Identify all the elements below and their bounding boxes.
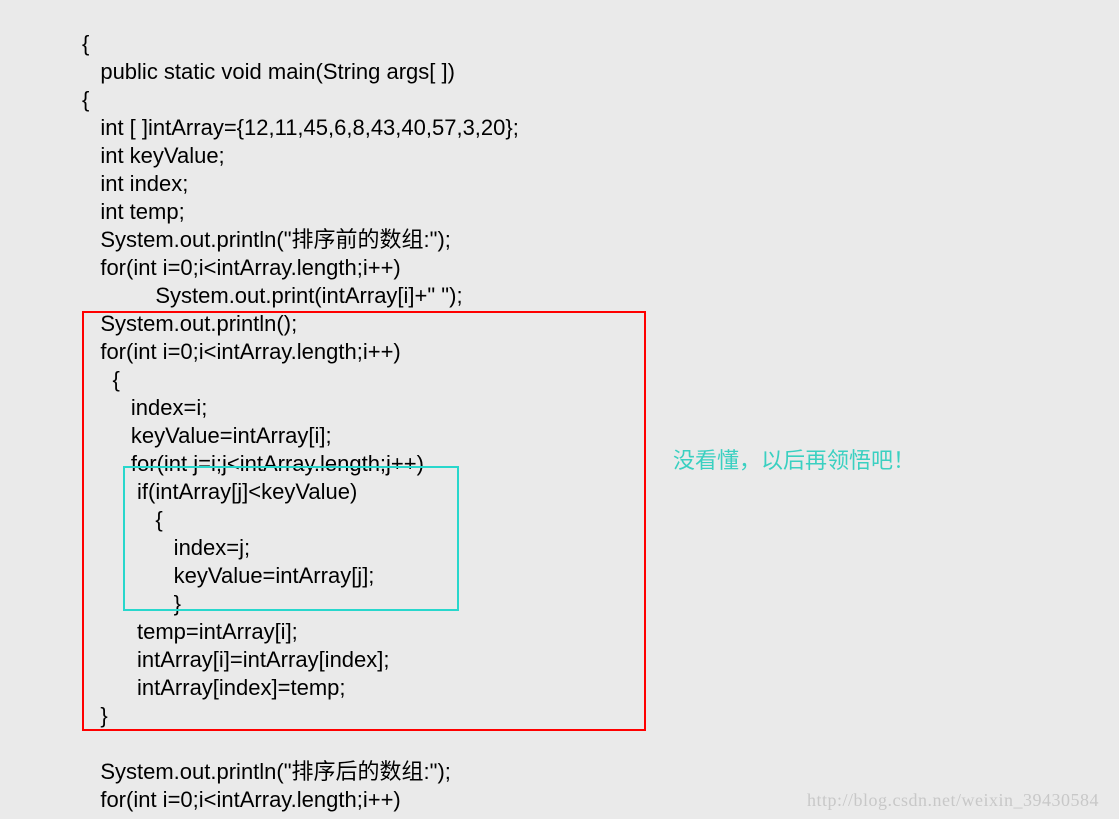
- watermark-text: http://blog.csdn.net/weixin_39430584: [807, 790, 1099, 811]
- code-line: {: [82, 31, 89, 56]
- code-line: {: [82, 507, 163, 532]
- code-line: intArray[i]=intArray[index];: [82, 647, 390, 672]
- code-line: keyValue=intArray[i];: [82, 423, 332, 448]
- code-line: System.out.print(intArray[i]+" ");: [82, 283, 463, 308]
- code-line: public static void main(String args[ ]): [82, 59, 455, 84]
- code-line: System.out.println();: [82, 311, 297, 336]
- code-line: temp=intArray[i];: [82, 619, 298, 644]
- code-line: index=i;: [82, 395, 207, 420]
- code-line: intArray[index]=temp;: [82, 675, 346, 700]
- code-line: int keyValue;: [82, 143, 225, 168]
- code-line: for(int i=0;i<intArray.length;i++): [82, 787, 401, 812]
- code-line: }: [82, 591, 181, 616]
- code-line: for(int i=0;i<intArray.length;i++): [82, 339, 401, 364]
- annotation-text: 没看懂，以后再领悟吧！: [673, 443, 915, 475]
- code-line: index=j;: [82, 535, 250, 560]
- code-line: int [ ]intArray={12,11,45,6,8,43,40,57,3…: [82, 115, 519, 140]
- code-line: int temp;: [82, 199, 185, 224]
- code-line: {: [82, 367, 120, 392]
- code-line: {: [82, 87, 89, 112]
- code-line: int index;: [82, 171, 188, 196]
- code-line: System.out.println("排序前的数组:");: [82, 227, 451, 252]
- code-line: keyValue=intArray[j];: [82, 563, 374, 588]
- code-line: for(int j=i;j<intArray.length;j++): [82, 451, 424, 476]
- code-block: { public static void main(String args[ ]…: [82, 2, 519, 814]
- code-line: System.out.println("排序后的数组:");: [82, 759, 451, 784]
- code-line: for(int i=0;i<intArray.length;i++): [82, 255, 401, 280]
- code-line: }: [82, 703, 108, 728]
- code-line: if(intArray[j]<keyValue): [82, 479, 357, 504]
